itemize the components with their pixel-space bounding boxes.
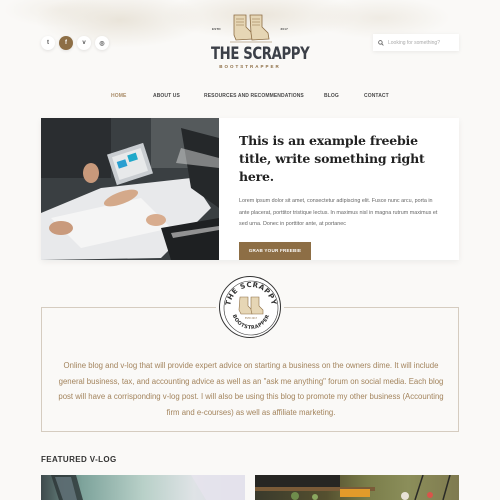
feature-content: This is an example freebie title, write …	[239, 132, 444, 260]
freebie-feature: This is an example freebie title, write …	[41, 118, 459, 260]
grab-freebie-button[interactable]: GRAB YOUR FREEBIE	[239, 241, 311, 260]
search-box	[373, 34, 459, 51]
nav-item-home[interactable]: HOME	[111, 93, 126, 99]
instagram-icon[interactable]: ◎	[95, 36, 109, 50]
nav-item-resources[interactable]: RESOURCES AND RECOMMENDATIONS	[204, 93, 304, 99]
feature-photo	[41, 118, 219, 260]
vimeo-icon[interactable]: v	[77, 36, 91, 50]
search-input[interactable]	[388, 39, 458, 46]
boots-icon	[230, 14, 272, 43]
feature-body: Lorem ipsum dolor sit amet, consectetur …	[239, 198, 438, 227]
vlog-thumbnail[interactable]	[255, 475, 459, 500]
nav-item-blog[interactable]: BLOG	[324, 93, 339, 99]
logo-title: THE SCRAPPY	[211, 44, 310, 64]
logo-subtitle: BOOTSTRAPPER	[219, 64, 281, 69]
vlog-thumbnail[interactable]	[41, 475, 245, 500]
badge-estd: ESTD 2017	[245, 317, 258, 320]
featured-vlog-heading: FEATURED V-LOG	[41, 455, 117, 464]
logo-badge: THE SCRAPPY ESTD 2017 BOOTSTRAPPER	[219, 276, 281, 338]
badge-emblem: THE SCRAPPY ESTD 2017 BOOTSTRAPPER	[223, 280, 279, 336]
nav-item-about-us[interactable]: ABOUT US	[153, 93, 180, 99]
vlog-thumbnail-image	[255, 475, 451, 500]
site-logo[interactable]: ESTD 2017 THE SCRAPPY BOOTSTRAPPER	[200, 13, 310, 73]
social-links: t f v ◎	[41, 36, 109, 50]
meeting-photo-illustration	[41, 118, 219, 260]
search-icon[interactable]	[378, 39, 384, 46]
twitter-icon[interactable]: t	[41, 36, 55, 50]
facebook-icon[interactable]: f	[59, 36, 73, 50]
about-text: Online blog and v-log that will provide …	[58, 361, 444, 417]
logo-year: 2017	[280, 27, 288, 31]
main-nav: HOME ABOUT US RESOURCES AND RECOMMENDATI…	[0, 93, 500, 101]
vlog-thumbnail-image	[51, 475, 245, 500]
nav-item-contact[interactable]: CONTACT	[364, 93, 389, 99]
logo-estd: ESTD	[212, 27, 221, 31]
feature-title: This is an example freebie title, write …	[239, 133, 425, 184]
